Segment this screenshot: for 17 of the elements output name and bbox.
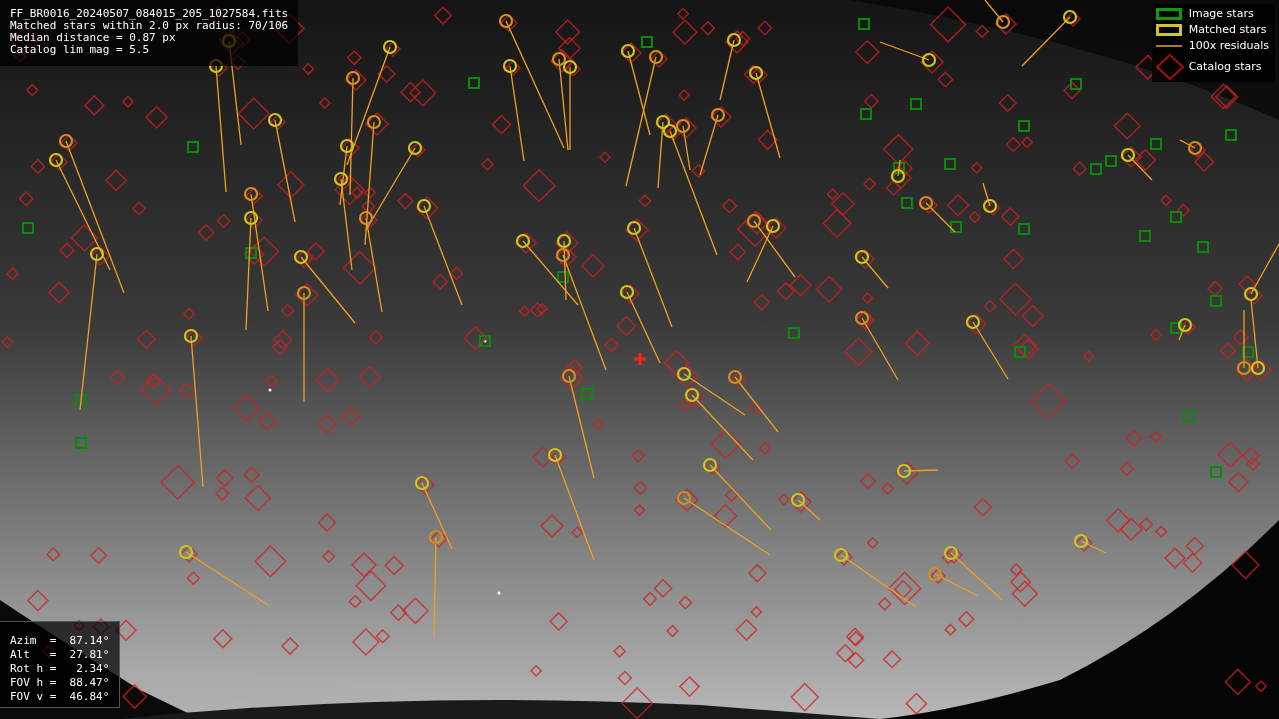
legend-label: 100x residuals <box>1188 38 1269 54</box>
pointing-text: Azim = 87.14° <box>10 634 110 648</box>
diamond-icon <box>1155 54 1184 80</box>
pointing-text: Alt = 27.81° <box>10 648 110 662</box>
legend-label: Image stars <box>1188 6 1255 22</box>
info-text: Catalog lim mag = 5.5 <box>10 44 151 56</box>
info-text: Median distance = 0.87 px <box>10 32 177 44</box>
legend-label: Catalog stars <box>1188 59 1263 75</box>
pointing-text: FOV v = 46.84° <box>10 690 110 704</box>
pointing-text: FOV h = 88.47° <box>10 676 110 690</box>
legend-label: Matched stars <box>1188 22 1268 38</box>
square-icon <box>1155 8 1182 20</box>
rectangle-icon <box>1155 24 1182 36</box>
info-text: FF_BR0016_20240507_084015_205_1027584.fits <box>10 8 289 20</box>
info-text: Matched stars within 2.0 px radius: 70/106 <box>10 20 289 32</box>
pointing-text: Rot h = 2.34° <box>10 662 110 676</box>
line-icon <box>1155 44 1182 48</box>
